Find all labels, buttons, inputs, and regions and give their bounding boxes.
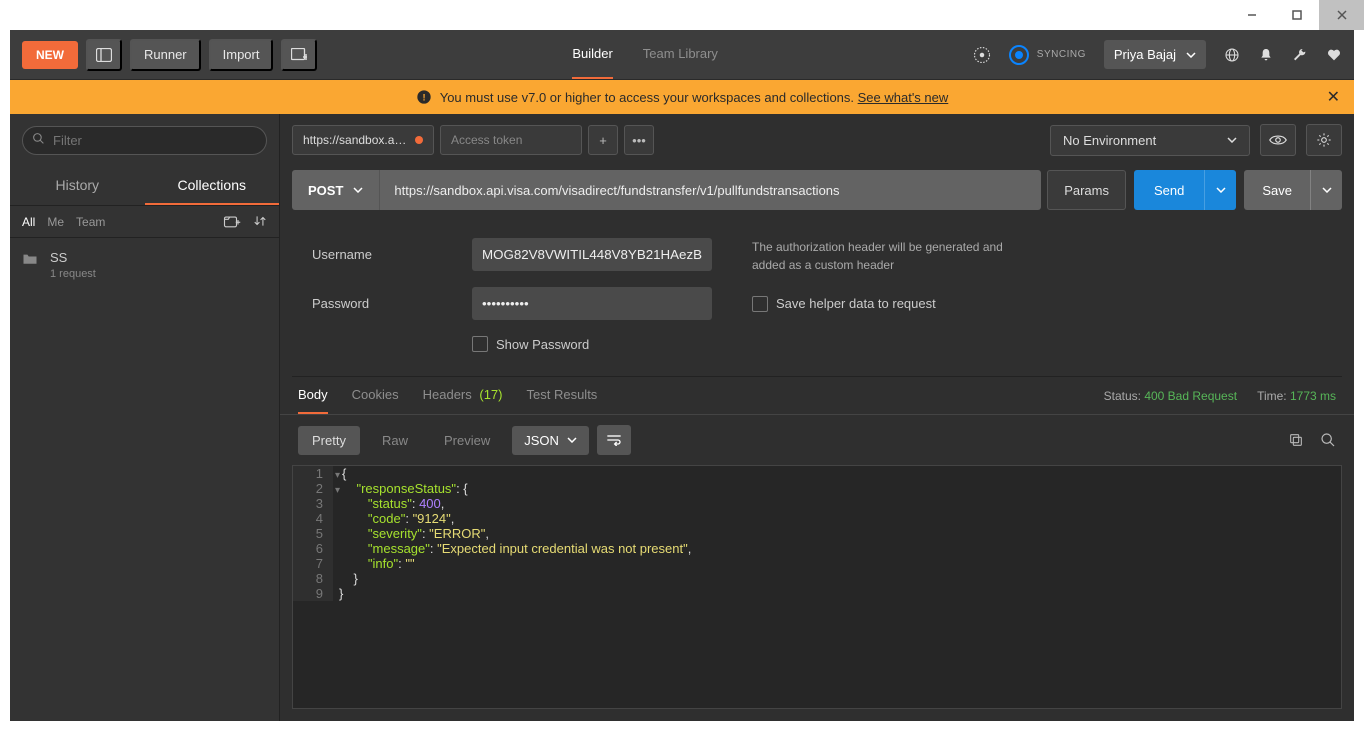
- version-banner: ! You must use v7.0 or higher to access …: [10, 80, 1354, 114]
- environment-dropdown[interactable]: No Environment: [1050, 125, 1250, 156]
- environment-label: No Environment: [1063, 133, 1156, 148]
- send-options-button[interactable]: [1204, 170, 1236, 210]
- banner-link[interactable]: See what's new: [858, 90, 949, 105]
- user-name: Priya Bajaj: [1114, 47, 1176, 62]
- url-input[interactable]: [379, 170, 1041, 210]
- unsaved-indicator-icon: [415, 136, 423, 144]
- username-label: Username: [312, 247, 472, 262]
- sort-icon[interactable]: [253, 214, 267, 229]
- password-input[interactable]: [472, 287, 712, 320]
- save-options-button[interactable]: [1310, 170, 1342, 210]
- response-tab-tests[interactable]: Test Results: [527, 387, 598, 414]
- app-frame: NEW Runner Import Builder Team Library S…: [10, 30, 1354, 721]
- folder-icon: [22, 252, 38, 265]
- collection-item[interactable]: SS 1 request: [10, 238, 279, 292]
- collection-name: SS: [50, 250, 96, 265]
- tab-team-library[interactable]: Team Library: [643, 30, 718, 79]
- scope-team[interactable]: Team: [76, 215, 105, 229]
- environment-settings-button[interactable]: [1306, 124, 1342, 156]
- banner-text: You must use v7.0 or higher to access yo…: [440, 90, 858, 105]
- save-helper-checkbox[interactable]: [752, 296, 768, 312]
- view-raw[interactable]: Raw: [368, 426, 422, 455]
- tab-builder[interactable]: Builder: [572, 30, 612, 79]
- save-button[interactable]: Save: [1244, 170, 1310, 210]
- banner-close-button[interactable]: ✕: [1327, 87, 1340, 107]
- status-label: Status:: [1104, 389, 1141, 403]
- show-password-checkbox[interactable]: [472, 336, 488, 352]
- top-toolbar: NEW Runner Import Builder Team Library S…: [10, 30, 1354, 80]
- environment-quicklook-button[interactable]: [1260, 124, 1296, 156]
- password-label: Password: [312, 296, 472, 311]
- show-password-label: Show Password: [496, 337, 589, 352]
- maximize-button[interactable]: [1274, 0, 1319, 30]
- scope-me[interactable]: Me: [47, 215, 64, 229]
- import-button[interactable]: Import: [209, 39, 274, 71]
- search-response-button[interactable]: [1320, 432, 1336, 448]
- minimize-button[interactable]: [1229, 0, 1274, 30]
- new-collection-icon[interactable]: [223, 214, 241, 229]
- params-button[interactable]: Params: [1047, 170, 1126, 210]
- workarea: https://sandbox.api.vi Access token + ••…: [280, 114, 1354, 721]
- bell-icon[interactable]: [1258, 47, 1274, 63]
- time-label: Time:: [1257, 389, 1287, 403]
- view-pretty[interactable]: Pretty: [298, 426, 360, 455]
- request-tab-title: https://sandbox.api.vi: [303, 133, 407, 147]
- runner-button[interactable]: Runner: [130, 39, 201, 71]
- username-input[interactable]: [472, 238, 712, 271]
- request-tab-active[interactable]: https://sandbox.api.vi: [292, 125, 434, 155]
- sidebar: History Collections All Me Team SS 1 req…: [10, 114, 280, 721]
- chevron-down-icon: [1227, 137, 1237, 143]
- format-dropdown[interactable]: JSON: [512, 426, 589, 455]
- window-titlebar: [0, 0, 1364, 30]
- add-tab-button[interactable]: +: [588, 125, 618, 155]
- response-tab-cookies[interactable]: Cookies: [352, 387, 399, 414]
- heart-icon[interactable]: [1326, 47, 1342, 63]
- collection-subtitle: 1 request: [50, 268, 96, 280]
- response-tab-body[interactable]: Body: [298, 387, 328, 414]
- response-body[interactable]: 1▾{ 2▾ "responseStatus": { 3 "status": 4…: [292, 465, 1342, 709]
- sidebar-tab-history[interactable]: History: [10, 167, 145, 205]
- sync-icon: [1009, 45, 1029, 65]
- layout-toggle-button[interactable]: [86, 39, 122, 71]
- capture-icon[interactable]: [973, 46, 991, 64]
- filter-input[interactable]: [22, 126, 267, 155]
- chevron-down-icon: [353, 187, 363, 193]
- wrap-lines-button[interactable]: [597, 425, 631, 455]
- send-button[interactable]: Send: [1134, 170, 1204, 210]
- tab-options-button[interactable]: •••: [624, 125, 654, 155]
- view-preview[interactable]: Preview: [430, 426, 504, 455]
- sync-status[interactable]: SYNCING: [1009, 45, 1086, 65]
- sync-label: SYNCING: [1037, 49, 1086, 60]
- wrench-icon[interactable]: [1292, 47, 1308, 63]
- search-icon: [32, 132, 45, 145]
- sidebar-tab-collections[interactable]: Collections: [145, 167, 280, 205]
- request-tab-inactive[interactable]: Access token: [440, 125, 582, 155]
- method-dropdown[interactable]: POST: [292, 170, 379, 210]
- format-label: JSON: [524, 433, 559, 448]
- new-button[interactable]: NEW: [22, 41, 78, 69]
- time-value: 1773 ms: [1290, 389, 1336, 403]
- chevron-down-icon: [1186, 52, 1196, 58]
- auth-helper-text: The authorization header will be generat…: [752, 238, 1032, 274]
- close-button[interactable]: [1319, 0, 1364, 30]
- copy-response-button[interactable]: [1288, 432, 1304, 448]
- center-tabs: Builder Team Library: [325, 30, 964, 79]
- status-value: 400 Bad Request: [1144, 389, 1237, 403]
- save-helper-label: Save helper data to request: [776, 294, 936, 314]
- warning-icon: !: [416, 89, 432, 105]
- new-window-button[interactable]: [281, 39, 317, 71]
- chevron-down-icon: [567, 437, 577, 443]
- user-dropdown[interactable]: Priya Bajaj: [1104, 40, 1206, 69]
- globe-icon[interactable]: [1224, 47, 1240, 63]
- method-label: POST: [308, 183, 343, 198]
- scope-all[interactable]: All: [22, 215, 35, 229]
- response-tab-headers[interactable]: Headers (17): [423, 387, 503, 414]
- svg-text:!: !: [422, 92, 425, 102]
